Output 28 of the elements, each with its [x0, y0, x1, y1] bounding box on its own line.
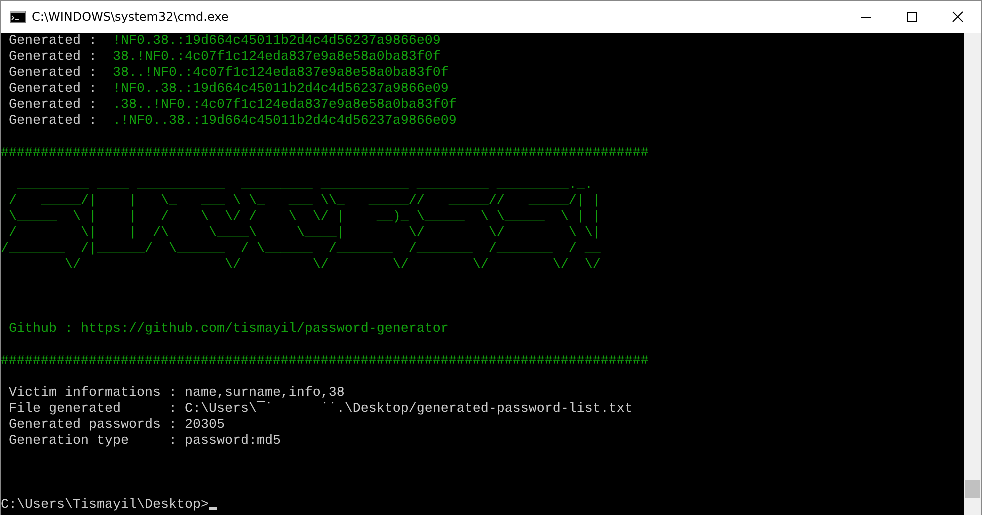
output-label: Generated : — [8, 98, 98, 113]
info-line: File generated : C:\Users\¯˙ ˙˙.\Desktop/generated-password-list.txt — [8, 402, 633, 417]
generated-password: 38..!NF0.:4c07f1c124eda837e9a8e58a0ba83f0f — [112, 66, 449, 81]
separator-line: ################################################################################# — [1, 146, 649, 161]
info-line: Generated passwords : 20305 — [8, 418, 225, 433]
text-cursor — [208, 507, 217, 510]
separator-line: ################################################################################# — [1, 354, 649, 369]
output-label: Generated : — [8, 114, 98, 129]
scrollbar[interactable] — [964, 33, 981, 515]
output-label: Generated : — [8, 66, 98, 81]
output-label: Generated : — [8, 34, 98, 49]
maximize-icon — [906, 11, 918, 23]
generated-password: 38.!NF0.:4c07f1c124eda837e9a8e58a0ba83f0f — [112, 50, 441, 65]
output-label: Generated : — [8, 82, 98, 97]
generated-password: !NF0.38.:19d664c45011b2d4c4d56237a9866e09 — [112, 34, 441, 49]
command-prompt: C:\Users\Tismayil\Desktop> — [1, 498, 209, 513]
generated-password: .!NF0..38.:19d664c45011b2d4c4d56237a9866e09 — [112, 114, 457, 129]
scrollbar-thumb[interactable] — [965, 480, 980, 498]
generated-password: .38..!NF0.:4c07f1c124eda837e9a8e58a0ba83f0f — [112, 98, 457, 113]
console-icon — [10, 11, 26, 23]
generated-password: !NF0..38.:19d664c45011b2d4c4d56237a9866e09 — [112, 82, 449, 97]
info-line: Victim informations : name,surname,info,38 — [8, 386, 345, 401]
github-link-text: Github : https://github.com/tismayil/password-generator — [8, 322, 449, 337]
info-line: Generation type : password:md5 — [8, 434, 281, 449]
window-title: C:\WINDOWS\system32\cmd.exe — [32, 10, 230, 24]
close-icon — [952, 11, 964, 23]
output-label: Generated : — [8, 50, 98, 65]
ascii-art-text: _________ ____ ___________ _________ ___________ _________ _________._. / _____/| | \_ ___ \ \_ ___ \\_ _____// _____// _____/| | \_____ \ | | / \ \/ / \ \/ | __)_ \_____ \ \_____ \ | | / \| | /\ \____\ \____| \/ \/ \ \| /_______ /|______/ \______ / \______ /_______ /_______ /_______ / __ \/ \/ \/ \/ \/ \/ \/ — [1, 178, 602, 274]
